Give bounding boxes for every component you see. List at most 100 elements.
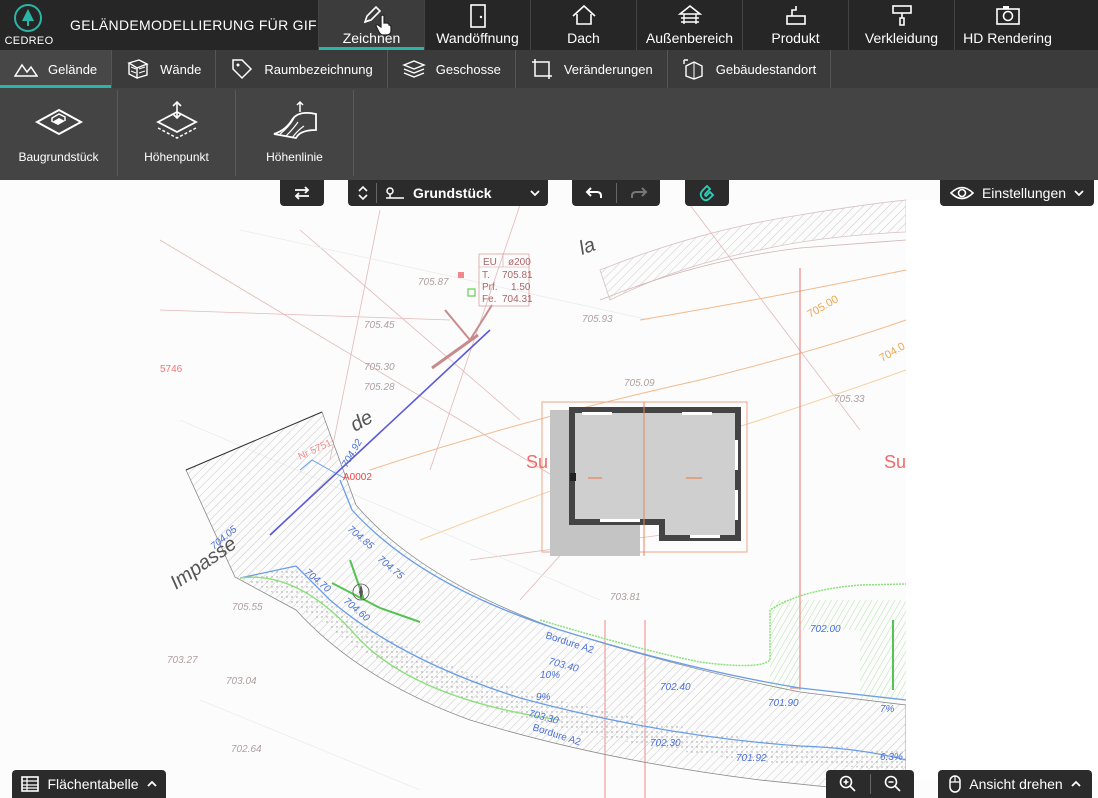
chevron-down-icon: [1074, 190, 1084, 197]
svg-text:T.: T.: [482, 270, 490, 281]
plan-canvas[interactable]: 705.00 704.0 EU ø200 T. 705.81 Prf. 1.50…: [0, 180, 1098, 798]
rotate-view-button[interactable]: Ansicht drehen: [938, 770, 1092, 798]
sort-updown-icon: [358, 185, 368, 201]
parcel-label: Su: [526, 452, 548, 472]
zoom-out-icon: [884, 775, 901, 792]
house-floorplan[interactable]: [541, 401, 748, 556]
svg-text:701.90: 701.90: [768, 698, 799, 709]
section-tab-bar: Gelände Wände Raumbezeichnung Geschosse …: [0, 50, 1098, 88]
elevation-table: EU ø200 T. 705.81 Prf. 1.50 Fe. 704.31: [478, 253, 533, 307]
chevron-down-icon: [530, 190, 540, 197]
menu-tab-dach[interactable]: Dach: [530, 0, 636, 50]
menu-tab-hd-rendering[interactable]: HD Rendering: [954, 0, 1060, 50]
menu-tab-aussenbereich[interactable]: Außenbereich: [636, 0, 742, 50]
tool-hoehenpunkt[interactable]: Höhenpunkt: [118, 90, 236, 176]
settings-dropdown[interactable]: Einstellungen: [940, 180, 1094, 206]
level-label: Grundstück: [413, 185, 492, 201]
svg-text:705.28: 705.28: [364, 382, 395, 393]
tab-label: Gelände: [48, 61, 98, 77]
brand-name: CEDREO: [4, 35, 54, 47]
swap-arrows-icon: [294, 186, 310, 200]
redo-button[interactable]: [617, 186, 660, 200]
svg-text:705.30: 705.30: [364, 362, 395, 373]
tab-raumbezeichnung[interactable]: Raumbezeichnung: [216, 50, 388, 88]
svg-text:705.93: 705.93: [582, 314, 613, 325]
swap-view-button[interactable]: [280, 180, 324, 206]
svg-text:705.55: 705.55: [232, 602, 263, 613]
zoom-out-button[interactable]: [871, 775, 914, 793]
svg-text:705.09: 705.09: [624, 378, 655, 389]
svg-text:9%: 9%: [536, 692, 551, 703]
menu-tab-verkleidung[interactable]: Verkleidung: [848, 0, 954, 50]
settings-label: Einstellungen: [981, 185, 1067, 201]
tab-gelaende[interactable]: Gelände: [0, 50, 113, 88]
svg-text:ø200: ø200: [508, 257, 531, 268]
roof-icon: [571, 4, 596, 25]
project-title: GELÄNDEMODELLIERUNG FÜR GIF: [70, 17, 317, 33]
menu-tab-label: Produkt: [771, 30, 820, 46]
menu-tab-label: Zeichnen: [342, 30, 401, 46]
svg-text:1.50: 1.50: [511, 282, 531, 293]
tab-label: Raumbezeichnung: [264, 61, 373, 77]
parcel-label: Su: [884, 452, 906, 472]
undo-icon: [585, 187, 602, 198]
tool-label: Baugrundstück: [18, 150, 99, 164]
svg-text:6.3%: 6.3%: [880, 752, 903, 763]
wall-icon: [126, 57, 150, 81]
tab-label: Gebäudestandort: [715, 61, 817, 77]
hand-cursor-icon: [375, 14, 392, 36]
chevron-up-icon: [1071, 780, 1081, 787]
tab-label: Veränderungen: [563, 61, 653, 77]
tool-label: Höhenpunkt: [144, 150, 209, 164]
product-icon: [785, 6, 806, 25]
tool-panel: Baugrundstück Höhenpunkt Höhenlinie: [0, 88, 1098, 180]
svg-text:EU: EU: [483, 257, 497, 268]
svg-text:705.87: 705.87: [418, 277, 449, 288]
menu-tab-label: Dach: [567, 30, 600, 46]
menu-tab-wandoeffnung[interactable]: Wandöffnung: [424, 0, 530, 50]
location-pin-icon: [386, 187, 404, 199]
tab-veraenderungen[interactable]: Veränderungen: [516, 50, 668, 88]
street-label: de: [347, 406, 377, 436]
magnet-icon: [699, 184, 715, 202]
tool-baugrundstueck[interactable]: Baugrundstück: [0, 90, 118, 176]
tab-geschosse[interactable]: Geschosse: [388, 50, 516, 88]
parcel-label: A0002: [343, 472, 372, 483]
area-table-label: Flächentabelle: [47, 776, 139, 792]
magnet-snap-button[interactable]: [685, 180, 729, 206]
level-selector[interactable]: Grundstück: [348, 180, 548, 206]
menu-tab-label: Verkleidung: [864, 30, 939, 46]
area-table-button[interactable]: Flächentabelle: [12, 770, 166, 798]
svg-text:705.81: 705.81: [502, 270, 533, 281]
transform-icon: [530, 57, 554, 81]
door-icon: [469, 4, 486, 28]
svg-text:705.45: 705.45: [364, 320, 395, 331]
slope-band: [599, 199, 907, 301]
plot-icon: [34, 108, 83, 136]
chevron-up-icon: [146, 780, 157, 787]
layers-icon: [401, 57, 426, 81]
paint-roller-icon: [891, 5, 912, 26]
street-label: la: [576, 234, 598, 260]
tool-hoehenlinie[interactable]: Höhenlinie: [236, 90, 354, 176]
svg-text:Prf.: Prf.: [482, 282, 498, 293]
tab-waende[interactable]: Wände: [112, 50, 217, 88]
undo-button[interactable]: [572, 186, 616, 200]
svg-text:702.40: 702.40: [660, 682, 691, 693]
tab-label: Geschosse: [435, 61, 501, 77]
svg-text:702.00: 702.00: [810, 624, 841, 635]
tab-gebaeudestandort[interactable]: Gebäudestandort: [668, 50, 832, 88]
tool-label: Höhenlinie: [266, 150, 323, 164]
menu-tab-zeichnen[interactable]: Zeichnen: [318, 0, 424, 50]
zoom-in-button[interactable]: [826, 775, 870, 793]
eye-icon: [949, 186, 974, 200]
contour-line-icon: [273, 100, 317, 140]
menu-tab-produkt[interactable]: Produkt: [742, 0, 848, 50]
svg-text:704.31: 704.31: [502, 294, 533, 305]
mouse-icon: [949, 775, 962, 793]
parcel-label: 5746: [160, 364, 183, 375]
top-menu-bar: CEDREO GELÄNDEMODELLIERUNG FÜR GIF Zeich…: [0, 0, 1098, 50]
outdoor-icon: [677, 4, 702, 24]
svg-text:704.92: 704.92: [340, 437, 365, 469]
contour-label: 705.00: [806, 293, 841, 320]
